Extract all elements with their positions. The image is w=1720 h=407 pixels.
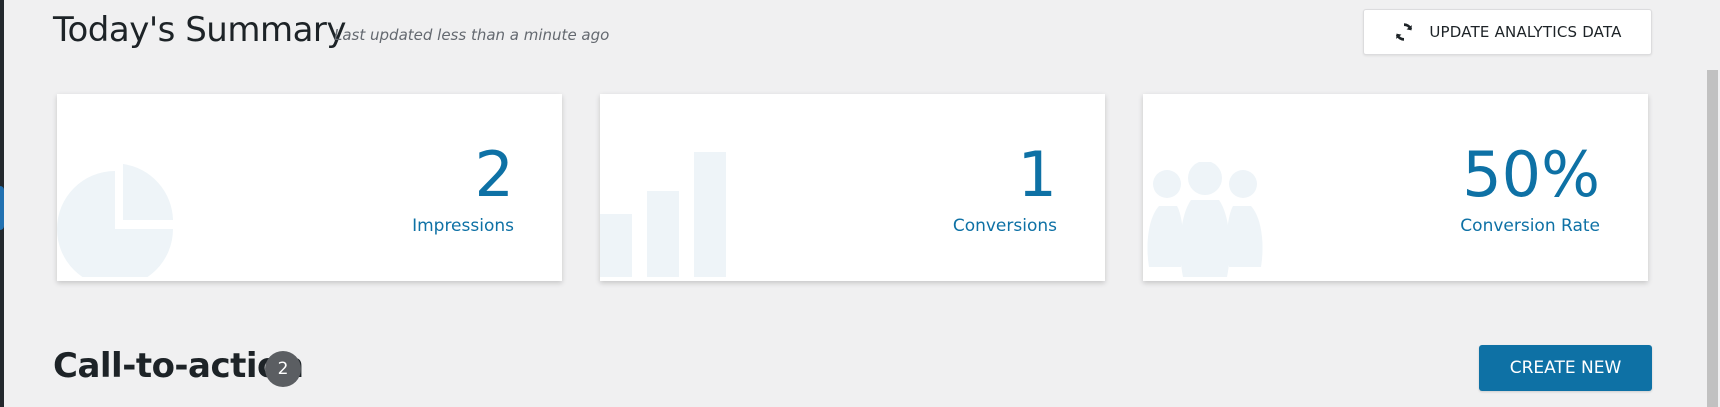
bar-chart-icon [600, 152, 730, 281]
create-new-button[interactable]: CREATE NEW [1479, 345, 1652, 391]
conversion-rate-value: 50% [1462, 138, 1600, 211]
conversions-label: Conversions [952, 216, 1057, 236]
update-analytics-label: UPDATE ANALYTICS DATA [1429, 23, 1622, 41]
last-updated-text: Last updated less than a minute ago [334, 26, 610, 44]
pie-chart-icon [57, 162, 182, 281]
impressions-value: 2 [474, 138, 514, 211]
scrollbar-track[interactable] [1705, 0, 1720, 407]
summary-title: Today's Summary [53, 10, 347, 50]
users-icon [1143, 161, 1268, 281]
sidebar-collapse-tab[interactable] [0, 186, 4, 230]
conversion-rate-label: Conversion Rate [1460, 216, 1600, 236]
conversion-rate-card: 50% Conversion Rate [1143, 94, 1648, 281]
conversions-value: 1 [1017, 138, 1057, 211]
analytics-dashboard: Today's Summary Last updated less than a… [0, 0, 1720, 407]
update-analytics-button[interactable]: UPDATE ANALYTICS DATA [1363, 9, 1652, 55]
scrollbar-thumb[interactable] [1707, 70, 1718, 407]
impressions-card: 2 Impressions [57, 94, 562, 281]
refresh-icon [1393, 21, 1415, 43]
cta-count-badge: 2 [265, 351, 301, 387]
conversions-card: 1 Conversions [600, 94, 1105, 281]
impressions-label: Impressions [412, 216, 514, 236]
